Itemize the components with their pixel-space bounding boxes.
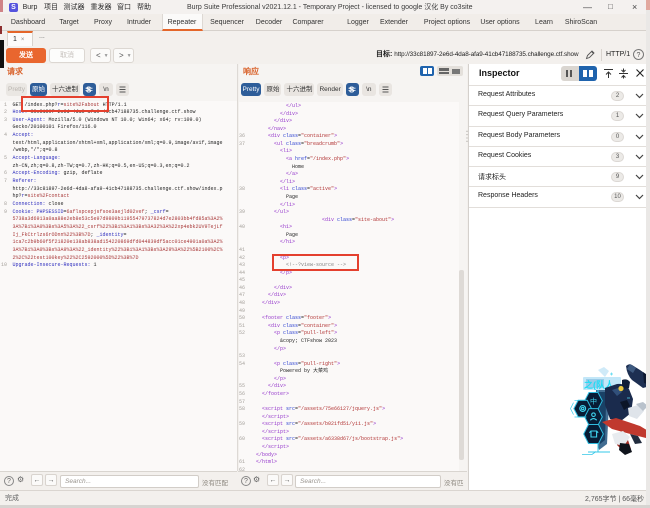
svg-text:S: S	[349, 86, 355, 95]
svg-text:S: S	[86, 86, 92, 95]
svg-text:中: 中	[590, 397, 597, 406]
